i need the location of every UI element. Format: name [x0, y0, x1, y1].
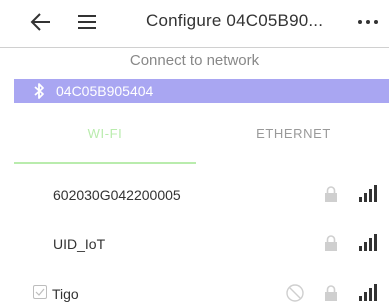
connect-to-network-header: Connect to network	[0, 47, 389, 74]
network-ssid: 602030G042200005	[53, 187, 181, 203]
network-item[interactable]: Tigo	[0, 281, 389, 307]
network-type-tabs: WI-FI ETHERNET	[0, 118, 389, 164]
signal-strength-icon	[359, 185, 377, 202]
blocked-icon[interactable]	[285, 283, 305, 303]
network-checkbox[interactable]	[33, 285, 47, 299]
arrow-left-icon[interactable]	[30, 11, 52, 33]
network-ssid: Tigo	[52, 286, 79, 302]
lock-icon	[325, 186, 337, 202]
network-item[interactable]: UID_IoT	[0, 231, 389, 257]
more-horizontal-icon[interactable]	[356, 11, 380, 33]
lock-icon	[325, 285, 337, 301]
tab-ethernet[interactable]: ETHERNET	[198, 118, 389, 162]
app-bar: Configure 04C05B90...	[0, 0, 389, 44]
tab-wifi[interactable]: WI-FI	[14, 118, 196, 164]
lock-icon	[325, 235, 337, 251]
signal-strength-icon	[359, 284, 377, 301]
page-title: Configure 04C05B90...	[146, 11, 324, 30]
checkmark-icon	[35, 288, 45, 296]
signal-strength-icon	[359, 234, 377, 251]
device-name: 04C05B905404	[56, 83, 154, 99]
network-item[interactable]: 602030G042200005	[0, 182, 389, 208]
network-ssid: UID_IoT	[53, 236, 106, 252]
hamburger-menu-icon[interactable]	[76, 11, 98, 33]
device-item[interactable]: 04C05B905404	[14, 79, 389, 103]
bluetooth-icon	[34, 83, 44, 99]
